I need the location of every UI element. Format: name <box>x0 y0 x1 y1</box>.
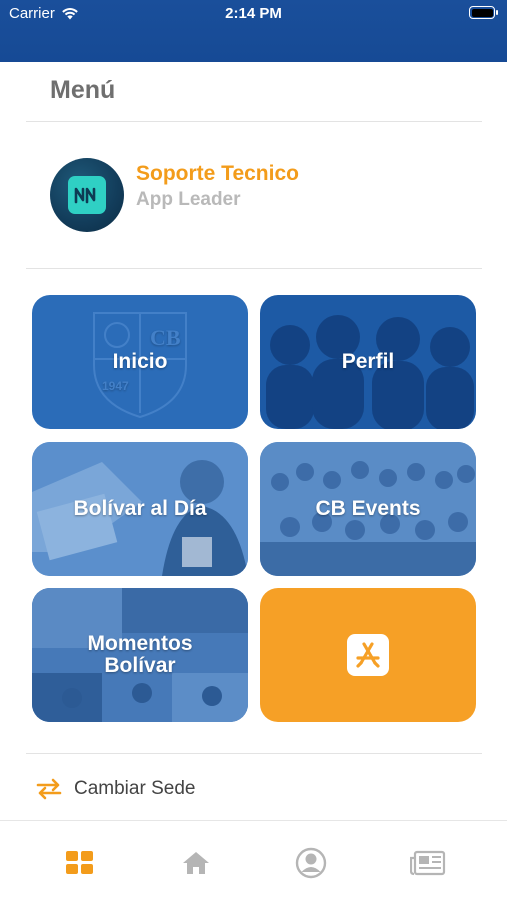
svg-text:1947: 1947 <box>102 379 129 393</box>
tab-profile[interactable] <box>291 843 331 883</box>
user-icon <box>295 847 327 879</box>
status-row: Carrier 2:14 PM <box>0 0 507 28</box>
divider <box>26 268 482 269</box>
tile-bolivar-al-dia[interactable]: Bolívar al Día <box>32 442 248 576</box>
tile-app-store[interactable] <box>260 588 476 722</box>
tile-momentos-bolivar[interactable]: Momentos Bolívar <box>32 588 248 722</box>
home-icon <box>183 852 209 874</box>
tile-label: Momentos Bolívar <box>88 633 193 677</box>
profile-role: App Leader <box>136 189 241 210</box>
divider <box>26 121 482 122</box>
divider <box>26 753 482 754</box>
tile-cb-events[interactable]: CB Events <box>260 442 476 576</box>
profile-name: Soporte Tecnico <box>136 162 299 185</box>
tile-label-line1: Momentos <box>87 632 193 655</box>
tile-label: Bolívar al Día <box>73 497 207 520</box>
tab-menu[interactable] <box>60 843 100 883</box>
status-bar: Carrier 2:14 PM <box>0 0 507 62</box>
tab-news[interactable] <box>408 843 448 883</box>
app-store-icon <box>347 634 389 676</box>
svg-text:CB: CB <box>150 325 181 350</box>
cambiar-sede-label: Cambiar Sede <box>74 778 196 799</box>
news-icon <box>410 850 446 876</box>
battery-icon <box>469 6 498 19</box>
tile-perfil[interactable]: Perfil <box>260 295 476 429</box>
tab-home[interactable] <box>176 843 216 883</box>
app-logo-icon <box>68 176 106 214</box>
tile-label: CB Events <box>315 497 421 520</box>
swap-arrows-icon <box>36 778 62 800</box>
tile-inicio[interactable]: CB 1947 Inicio <box>32 295 248 429</box>
grid-icon <box>66 851 93 874</box>
tile-label: Perfil <box>341 350 395 373</box>
avatar[interactable] <box>50 158 124 232</box>
tab-bar <box>0 820 507 901</box>
clock: 2:14 PM <box>225 5 282 22</box>
cambiar-sede-button[interactable]: Cambiar Sede <box>36 778 195 800</box>
tile-label: Inicio <box>112 350 168 373</box>
page-title: Menú <box>50 76 116 104</box>
tile-label-line2: Bolívar <box>104 654 176 677</box>
